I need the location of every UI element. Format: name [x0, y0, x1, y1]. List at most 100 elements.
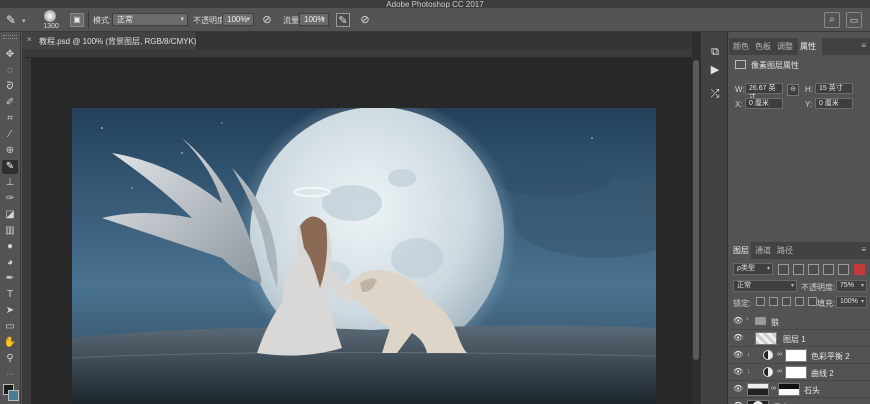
layer-row[interactable]: 👁 › 狼	[729, 313, 870, 330]
layer-opacity-field[interactable]: 75% ▾	[836, 280, 867, 292]
type-tool-icon[interactable]: T	[2, 288, 18, 302]
background-color-swatch[interactable]	[8, 390, 19, 401]
layer-filter-dropdown[interactable]: ρ类型 ▾	[733, 263, 773, 275]
y-field[interactable]: 0 厘米	[815, 98, 853, 109]
divider	[88, 11, 89, 29]
visibility-eye-icon[interactable]: 👁	[733, 384, 743, 393]
layer-row[interactable]: 👁 ↓ ∞ 色彩平衡 2	[729, 347, 870, 364]
layer-name[interactable]: 色彩平衡 2	[811, 351, 850, 362]
document-tab[interactable]: × 教程.psd @ 100% (背景图层, RGB/8/CMYK) *	[22, 32, 202, 49]
visibility-eye-icon[interactable]: 👁	[733, 333, 743, 342]
toolbar: ✥ ◌ ᘐ ✐ ⌗ ⁄ ⊕ ✎ ⊥ ✑ ◪ ▥ ● ◕ ✒ T ➤ ▭ ✋ ⚲ …	[0, 32, 21, 404]
fill-field[interactable]: 100% ▾	[836, 296, 867, 308]
visibility-eye-icon[interactable]: 👁	[733, 367, 743, 376]
libraries-panel-icon[interactable]: ⤮	[707, 86, 723, 102]
close-icon[interactable]: ×	[27, 35, 32, 44]
vertical-scrollbar[interactable]	[692, 32, 700, 404]
toolbar-grip[interactable]	[3, 35, 17, 39]
layer-name[interactable]: 图层 1	[783, 334, 806, 345]
lock-pixels-icon[interactable]	[769, 297, 778, 306]
panel-menu-icon[interactable]: ≡	[861, 245, 866, 254]
lock-transparency-icon[interactable]	[756, 297, 765, 306]
dodge-icon[interactable]: ◕	[2, 256, 18, 270]
image-canvas[interactable]	[72, 108, 656, 404]
tab-channels[interactable]: 通道	[755, 245, 771, 256]
fill-value: 100%	[840, 298, 858, 305]
link-icon: ∞	[777, 351, 782, 358]
airbrush-icon[interactable]: ✎	[336, 13, 350, 27]
history-brush-icon[interactable]: ✑	[2, 192, 18, 206]
layer-name[interactable]: 曲线 2	[811, 368, 834, 379]
blur-icon[interactable]: ●	[2, 240, 18, 254]
filter-shape-icon[interactable]	[823, 264, 834, 275]
panel-menu-icon[interactable]: ≡	[861, 41, 866, 50]
move-tool-icon[interactable]: ✥	[2, 48, 18, 62]
brush-tool-icon[interactable]: ✎	[2, 160, 18, 174]
lock-artboard-icon[interactable]	[795, 297, 804, 306]
width-field[interactable]: 26.67 英寸	[745, 83, 783, 101]
zoom-tool-icon[interactable]: ⚲	[2, 352, 18, 366]
layer-row[interactable]: 👁 图层 1	[729, 330, 870, 347]
path-selection-icon[interactable]: ➤	[2, 304, 18, 318]
layer-row[interactable]: 👁 ↓ ∞ 曲线 2	[729, 364, 870, 381]
marquee-tool-icon[interactable]: ◌	[2, 64, 18, 78]
opacity-field[interactable]: 100% ▾	[222, 13, 254, 26]
history-panel-icon[interactable]: ⧉	[707, 44, 723, 60]
brush-panel-toggle-icon[interactable]: ▣	[70, 13, 84, 27]
brush-tool-icon[interactable]: ✎	[6, 13, 20, 27]
workspace-icon[interactable]: ▭	[846, 12, 862, 28]
lock-all-icon[interactable]	[808, 297, 817, 306]
clone-stamp-icon[interactable]: ⊥	[2, 176, 18, 190]
filter-type-icon[interactable]	[808, 264, 819, 275]
link-icon[interactable]: ⊖	[787, 84, 799, 96]
layer-name[interactable]: 狼	[771, 317, 779, 328]
lock-position-icon[interactable]	[782, 297, 791, 306]
tab-color[interactable]: 颜色	[733, 41, 749, 52]
chevron-down-icon[interactable]: ▾	[22, 17, 26, 25]
pressure-size-icon[interactable]: ⊘	[358, 13, 372, 27]
tab-properties[interactable]: 属性	[800, 41, 816, 52]
chevron-down-icon: ▾	[246, 16, 250, 23]
layer-row[interactable]: 👁 ∞ 石头	[729, 381, 870, 398]
properties-header: 像素图层属性	[735, 60, 799, 71]
visibility-eye-icon[interactable]: 👁	[733, 350, 743, 359]
pen-tool-icon[interactable]: ✒	[2, 272, 18, 286]
eraser-icon[interactable]: ◪	[2, 208, 18, 222]
crop-tool-icon[interactable]: ⌗	[2, 112, 18, 126]
scrollbar-thumb[interactable]	[693, 60, 699, 360]
pressure-opacity-icon[interactable]: ⊘	[260, 13, 274, 27]
link-icon: ∞	[777, 368, 782, 375]
artwork	[72, 108, 656, 404]
tab-swatches[interactable]: 色板	[755, 41, 771, 52]
layer-row[interactable]: 👁 月亮	[729, 398, 870, 404]
filter-smart-object-icon[interactable]	[838, 264, 849, 275]
flow-field[interactable]: 100% ▾	[299, 13, 329, 26]
mode-label: 模式:	[93, 16, 112, 25]
x-field[interactable]: 0 厘米	[745, 98, 783, 109]
filter-pixel-icon[interactable]	[778, 264, 789, 275]
healing-brush-icon[interactable]: ⊕	[2, 144, 18, 158]
actions-panel-icon[interactable]: ▶	[707, 62, 723, 78]
horizontal-ruler[interactable]	[22, 49, 700, 58]
tab-layers[interactable]: 图层	[733, 245, 749, 256]
tab-adjustments[interactable]: 调整	[777, 41, 793, 52]
chevron-right-icon[interactable]: ›	[746, 316, 748, 323]
mode-dropdown[interactable]: 正常 ▾	[112, 13, 188, 26]
layer-name[interactable]: 石头	[804, 385, 820, 396]
search-icon[interactable]: ⌕	[824, 12, 840, 28]
shape-tool-icon[interactable]: ▭	[2, 320, 18, 334]
visibility-eye-icon[interactable]: 👁	[733, 316, 743, 325]
vertical-ruler[interactable]	[22, 58, 31, 404]
edit-toolbar-icon[interactable]: ···	[2, 368, 18, 382]
blend-mode-dropdown[interactable]: 正常 ▾	[733, 280, 797, 292]
filter-adjustment-icon[interactable]	[793, 264, 804, 275]
gradient-icon[interactable]: ▥	[2, 224, 18, 238]
lasso-tool-icon[interactable]: ᘐ	[2, 80, 18, 94]
eyedropper-icon[interactable]: ⁄	[2, 128, 18, 142]
hand-tool-icon[interactable]: ✋	[2, 336, 18, 350]
filter-toggle-icon[interactable]	[854, 264, 865, 275]
height-field[interactable]: 15 英寸	[815, 83, 853, 94]
quick-selection-icon[interactable]: ✐	[2, 96, 18, 110]
tab-paths[interactable]: 路径	[777, 245, 793, 256]
brush-preset-picker[interactable]: 1300	[38, 9, 64, 31]
